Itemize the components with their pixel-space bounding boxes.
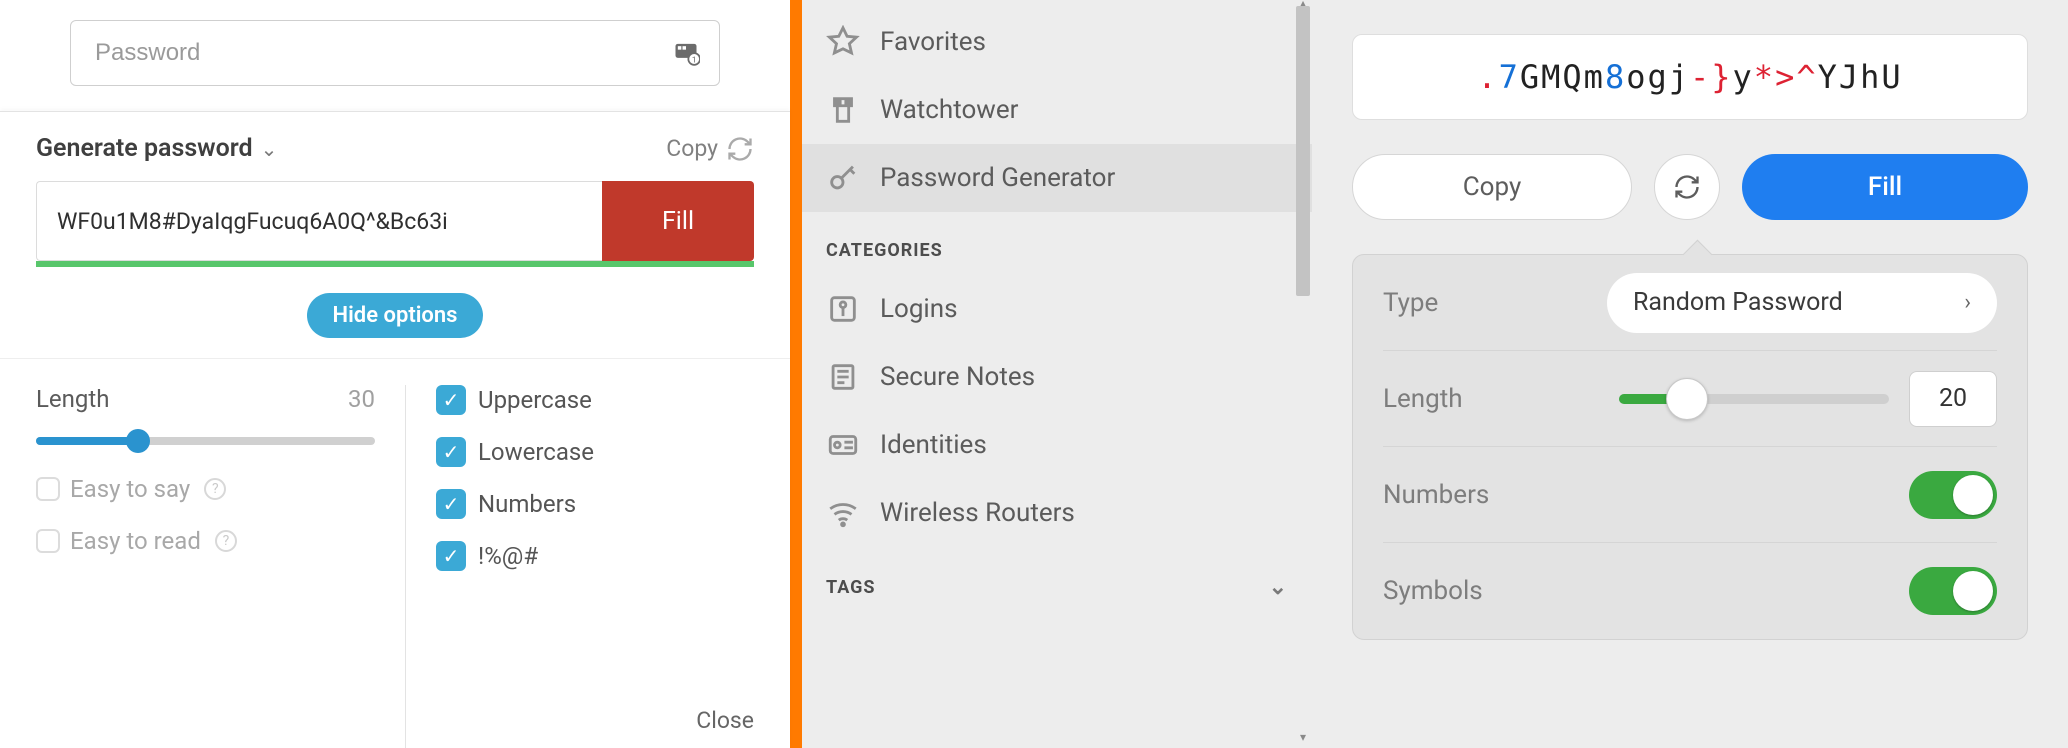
scrollbar-down-icon[interactable]: ▾ xyxy=(1296,730,1310,746)
generated-password-display[interactable]: .7GMQm8ogj-}y*>^YJhU xyxy=(1352,34,2028,120)
copy-button[interactable]: Copy xyxy=(666,135,718,162)
options-right-column: ✓ Uppercase ✓ Lowercase ✓ Numbers ✓ !%@# xyxy=(406,385,754,748)
wifi-icon xyxy=(826,496,860,530)
generated-row: WF0u1M8#DyaIqgFucuq6A0Q^&Bc63i Fill xyxy=(36,181,754,261)
scrollbar-thumb[interactable] xyxy=(1296,6,1310,296)
help-icon[interactable]: ? xyxy=(215,530,237,552)
popup-title[interactable]: Generate password xyxy=(36,134,253,163)
categories-header: CATEGORIES xyxy=(802,212,1312,275)
fill-button[interactable]: Fill xyxy=(602,181,754,261)
easy-to-read-label: Easy to read xyxy=(70,527,201,555)
length-label: Length xyxy=(36,385,109,413)
type-label: Type xyxy=(1383,288,1438,318)
length-slider[interactable] xyxy=(36,437,375,445)
easy-to-say-row[interactable]: Easy to say ? xyxy=(36,475,375,503)
easy-to-read-row[interactable]: Easy to read ? xyxy=(36,527,375,555)
pane-divider xyxy=(790,0,802,748)
sidebar-item-label: Secure Notes xyxy=(880,362,1035,392)
length-value: 30 xyxy=(348,385,375,413)
length-value-box[interactable]: 20 xyxy=(1909,371,1997,427)
password-generator-pane: .7GMQm8ogj-}y*>^YJhU Copy Fill Type Rand… xyxy=(1312,0,2068,748)
symbols-label: !%@# xyxy=(478,542,538,570)
numbers-label: Numbers xyxy=(1383,480,1489,510)
checkbox-checked-icon[interactable]: ✓ xyxy=(436,489,466,519)
svg-text:1: 1 xyxy=(692,55,697,65)
checkbox-checked-icon[interactable]: ✓ xyxy=(436,385,466,415)
help-icon[interactable]: ? xyxy=(204,478,226,500)
sidebar-item-label: Password Generator xyxy=(880,163,1115,193)
chevron-right-icon: › xyxy=(1964,290,1971,315)
type-value: Random Password xyxy=(1633,288,1843,317)
sidebar-item-label: Wireless Routers xyxy=(880,498,1075,528)
radio-unchecked-icon[interactable] xyxy=(36,477,60,501)
left-pane: 1 Generate password ⌄ Copy WF0u1M8#DyaIq… xyxy=(0,0,790,748)
refresh-icon[interactable] xyxy=(726,135,754,163)
numbers-row[interactable]: ✓ Numbers xyxy=(436,489,754,519)
chevron-down-icon[interactable]: ⌄ xyxy=(261,137,278,161)
symbols-label: Symbols xyxy=(1383,576,1483,606)
options-panel: Length 30 Easy to say ? Easy to read ? xyxy=(0,358,790,748)
sidebar-item-favorites[interactable]: Favorites xyxy=(802,8,1312,76)
regenerate-button[interactable] xyxy=(1654,154,1720,220)
easy-to-say-label: Easy to say xyxy=(70,475,190,503)
copy-button[interactable]: Copy xyxy=(1352,154,1632,220)
numbers-row: Numbers xyxy=(1383,447,1997,543)
chevron-down-icon[interactable]: ⌄ xyxy=(1269,575,1288,600)
uppercase-label: Uppercase xyxy=(478,386,592,414)
type-select[interactable]: Random Password › xyxy=(1607,273,1997,333)
uppercase-row[interactable]: ✓ Uppercase xyxy=(436,385,754,415)
star-icon xyxy=(826,25,860,59)
close-button[interactable]: Close xyxy=(696,707,754,734)
action-row: Copy Fill xyxy=(1352,154,2028,220)
type-row: Type Random Password › xyxy=(1383,255,1997,351)
options-left-column: Length 30 Easy to say ? Easy to read ? xyxy=(36,385,406,748)
id-card-icon xyxy=(826,428,860,462)
slider-thumb[interactable] xyxy=(1666,378,1708,420)
sidebar-item-password-generator[interactable]: Password Generator xyxy=(802,144,1312,212)
symbols-toggle[interactable] xyxy=(1909,567,1997,615)
refresh-icon xyxy=(1673,173,1701,201)
symbols-row[interactable]: ✓ !%@# xyxy=(436,541,754,571)
tower-icon xyxy=(826,93,860,127)
length-row: Length 20 xyxy=(1383,351,1997,447)
numbers-toggle[interactable] xyxy=(1909,471,1997,519)
checkbox-checked-icon[interactable]: ✓ xyxy=(436,541,466,571)
sidebar-item-secure-notes[interactable]: Secure Notes xyxy=(802,343,1312,411)
popup-header: Generate password ⌄ Copy xyxy=(0,112,790,181)
sidebar-item-label: Watchtower xyxy=(880,95,1018,125)
length-label: Length xyxy=(1383,384,1463,414)
tags-header[interactable]: TAGS ⌄ xyxy=(802,547,1312,614)
password-input[interactable] xyxy=(70,20,720,86)
strength-bar xyxy=(36,261,754,267)
key-box-icon xyxy=(826,292,860,326)
numbers-label: Numbers xyxy=(478,490,576,518)
hide-options-button[interactable]: Hide options xyxy=(307,293,484,338)
sidebar-item-wireless-routers[interactable]: Wireless Routers xyxy=(802,479,1312,547)
sidebar-item-label: Favorites xyxy=(880,27,986,57)
fill-button[interactable]: Fill xyxy=(1742,154,2028,220)
sidebar-item-identities[interactable]: Identities xyxy=(802,411,1312,479)
password-field-wrap: 1 xyxy=(0,0,790,86)
sidebar: ▴ Favorites Watchtower Password Generato… xyxy=(802,0,1312,748)
slider-thumb[interactable] xyxy=(126,429,150,453)
generate-password-popup: Generate password ⌄ Copy WF0u1M8#DyaIqgF… xyxy=(0,111,790,748)
note-icon xyxy=(826,360,860,394)
options-panel: Type Random Password › Length 20 Numbers… xyxy=(1352,254,2028,640)
lowercase-label: Lowercase xyxy=(478,438,594,466)
checkbox-checked-icon[interactable]: ✓ xyxy=(436,437,466,467)
lowercase-row[interactable]: ✓ Lowercase xyxy=(436,437,754,467)
length-slider[interactable] xyxy=(1619,394,1889,404)
password-manager-icon[interactable]: 1 xyxy=(672,38,700,66)
sidebar-item-logins[interactable]: Logins xyxy=(802,275,1312,343)
symbols-row: Symbols xyxy=(1383,543,1997,639)
sidebar-item-label: Logins xyxy=(880,294,958,324)
sidebar-item-watchtower[interactable]: Watchtower xyxy=(802,76,1312,144)
key-icon xyxy=(826,161,860,195)
sidebar-item-label: Identities xyxy=(880,430,987,460)
radio-unchecked-icon[interactable] xyxy=(36,529,60,553)
generated-password-text[interactable]: WF0u1M8#DyaIqgFucuq6A0Q^&Bc63i xyxy=(36,181,602,261)
